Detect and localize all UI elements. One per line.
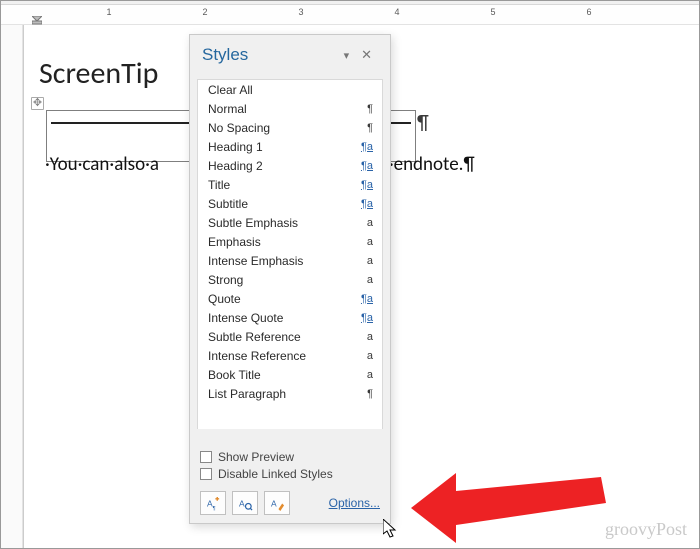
styles-pane-title: Styles [202,45,248,65]
style-item-label: Quote [208,292,359,306]
character-style-icon: a [359,274,373,286]
character-style-icon: a [359,236,373,248]
ruler-number: 5 [490,7,495,17]
character-style-icon: a [359,350,373,362]
styles-options-link[interactable]: Options... [329,496,380,510]
style-item-label: Heading 2 [208,159,359,173]
style-item[interactable]: Book Titlea [198,365,382,384]
vertical-ruler[interactable] [1,25,23,548]
style-item[interactable]: Subtle Emphasisa [198,213,382,232]
style-item-label: No Spacing [208,121,359,135]
pane-menu-button[interactable]: ▾ [338,49,356,62]
style-item[interactable]: No Spacing¶ [198,118,382,137]
show-preview-label: Show Preview [218,450,294,464]
horizontal-ruler[interactable]: 1 2 3 4 5 6 [1,5,699,25]
disable-linked-checkbox[interactable]: Disable Linked Styles [200,467,380,481]
disable-linked-label: Disable Linked Styles [218,467,333,481]
ruler-number: 6 [586,7,591,17]
style-item[interactable]: Stronga [198,270,382,289]
style-item[interactable]: Subtle Referencea [198,327,382,346]
watermark-brand: groovy [605,519,656,539]
pane-close-button[interactable]: ✕ [355,47,378,63]
document-title-text[interactable]: ScreenTip [39,55,158,92]
linked-style-icon: ¶a [359,293,373,305]
paragraph-style-icon: ¶ [359,103,373,115]
style-inspector-button[interactable]: A [232,491,258,515]
watermark-suffix: Post [656,519,687,539]
linked-style-icon: ¶a [359,141,373,153]
show-preview-checkbox[interactable]: Show Preview [200,450,380,464]
new-style-icon: A¶ [206,496,221,511]
style-item-label: Emphasis [208,235,359,249]
style-item-label: Intense Reference [208,349,359,363]
style-item-label: Title [208,178,359,192]
style-item[interactable]: Intense Quote¶a [198,308,382,327]
ruler-number: 3 [298,7,303,17]
linked-style-icon: ¶a [359,179,373,191]
style-item[interactable]: Clear All [198,80,382,99]
svg-text:A: A [238,498,244,508]
ruler-number: 2 [202,7,207,17]
paragraph-style-icon: ¶ [359,122,373,134]
watermark: groovyPost [605,519,687,540]
table-move-handle-icon[interactable]: ✥ [31,97,44,110]
style-item-label: Book Title [208,368,359,382]
checkbox-icon [200,451,212,463]
style-item-label: Intense Quote [208,311,359,325]
checkbox-icon [200,468,212,480]
style-item-label: Subtle Emphasis [208,216,359,230]
manage-styles-button[interactable]: A [264,491,290,515]
character-style-icon: a [359,255,373,267]
style-item-label: Subtitle [208,197,359,211]
ruler-number: 4 [394,7,399,17]
style-item[interactable]: Emphasisa [198,232,382,251]
style-inspector-icon: A [238,496,253,511]
new-style-button[interactable]: A¶ [200,491,226,515]
linked-style-icon: ¶a [359,312,373,324]
ruler-number: 1 [106,7,111,17]
style-item-label: Clear All [208,83,359,97]
style-item[interactable]: Heading 1¶a [198,137,382,156]
style-item-label: Heading 1 [208,140,359,154]
style-item-label: List Paragraph [208,387,359,401]
style-item[interactable]: Intense Emphasisa [198,251,382,270]
svg-text:¶: ¶ [212,506,215,511]
style-item[interactable]: Title¶a [198,175,382,194]
style-item[interactable]: Normal¶ [198,99,382,118]
paragraph-mark: ¶ [417,111,429,135]
style-item[interactable]: Heading 2¶a [198,156,382,175]
character-style-icon: a [359,369,373,381]
styles-list[interactable]: Clear AllNormal¶No Spacing¶Heading 1¶aHe… [197,79,383,429]
style-item[interactable]: Intense Referencea [198,346,382,365]
style-item[interactable]: Subtitle¶a [198,194,382,213]
linked-style-icon: ¶a [359,198,373,210]
paragraph-style-icon: ¶ [359,388,373,400]
character-style-icon: a [359,217,373,229]
style-item-label: Subtle Reference [208,330,359,344]
linked-style-icon: ¶a [359,160,373,172]
style-item[interactable]: List Paragraph¶ [198,384,382,403]
style-item-label: Strong [208,273,359,287]
svg-text:A: A [270,498,276,508]
style-item[interactable]: Quote¶a [198,289,382,308]
character-style-icon: a [359,331,373,343]
style-item-label: Intense Emphasis [208,254,359,268]
style-item-label: Normal [208,102,359,116]
styles-pane: Styles ▾ ✕ Clear AllNormal¶No Spacing¶He… [189,34,391,524]
manage-styles-icon: A [270,496,285,511]
